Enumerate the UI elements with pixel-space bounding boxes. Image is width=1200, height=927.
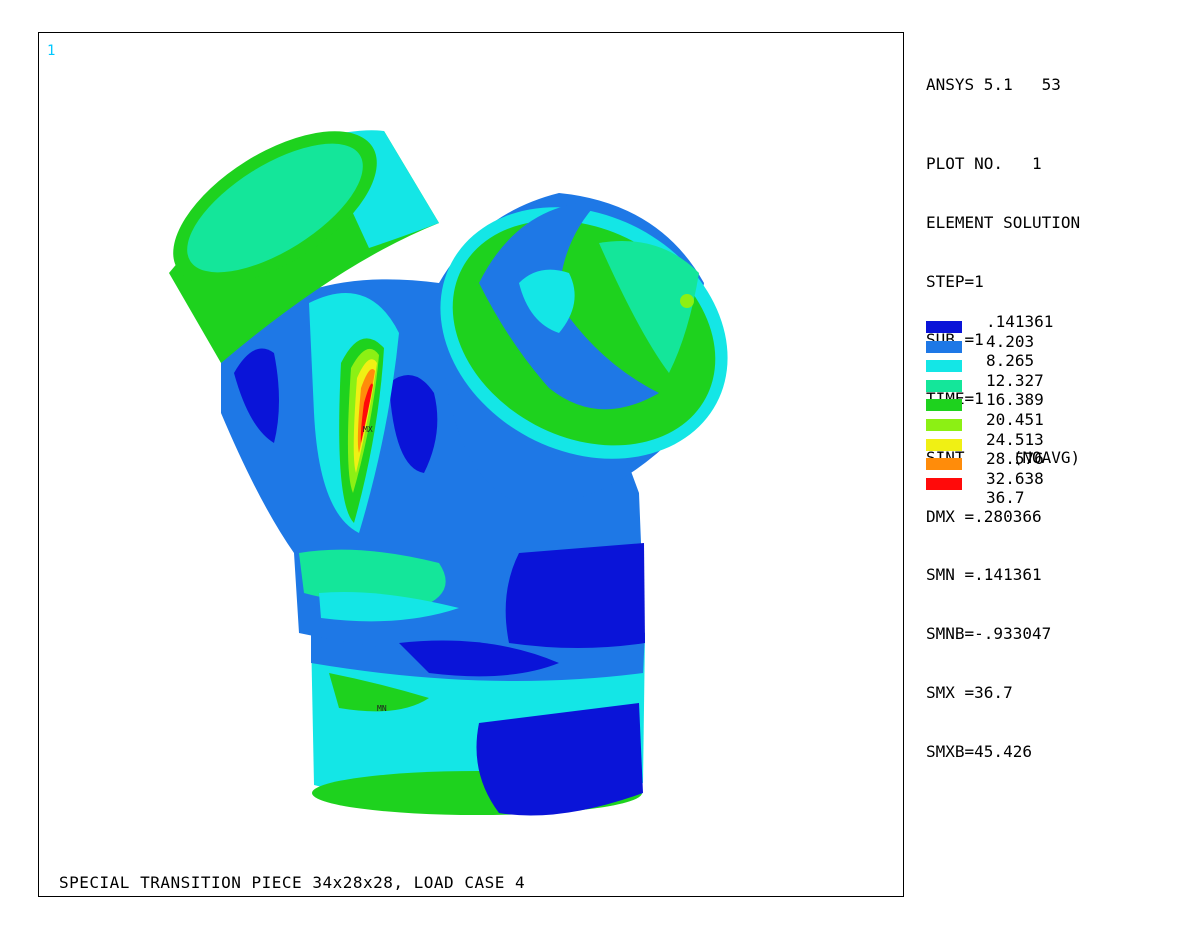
info-line: STEP=1 [926, 271, 984, 291]
legend-value: .141361 [986, 312, 1054, 331]
legend-value: 20.451 [986, 409, 1044, 429]
legend-value: 12.327 [986, 370, 1044, 390]
legend-value: 16.389 [986, 390, 1044, 410]
legend-swatch [926, 321, 962, 333]
legend-value: 36.7 [986, 488, 1025, 508]
info-line: SMN =.141361 [926, 565, 1042, 585]
info-line: SMXB=45.426 [926, 741, 1032, 761]
info-line: SMNB=-.933047 [926, 624, 1052, 644]
legend-value: 32.638 [986, 468, 1044, 488]
info-line: ELEMENT SOLUTION [926, 212, 1081, 232]
right-branch-lime-spot [680, 294, 694, 308]
info-line: PLOT NO. 1 [926, 153, 1042, 173]
legend-swatch [926, 438, 962, 451]
graphics-window[interactable]: 1 MX MN SPECIAL TRANSITION PIECE 34x28x2… [38, 32, 904, 897]
version-label: ANSYS 5.1 53 [926, 75, 1061, 95]
info-line: DMX =.280366 [926, 506, 1042, 526]
legend-swatch [926, 340, 962, 353]
info-line: SMX =36.7 [926, 683, 1013, 702]
legend-value: 24.513 [986, 429, 1044, 449]
legend-swatch [926, 360, 962, 373]
legend-swatch [926, 399, 962, 412]
max-marker: MX [363, 425, 373, 434]
legend-value: 8.265 [986, 351, 1035, 371]
legend-swatch [926, 458, 962, 471]
legend-swatch [926, 418, 962, 431]
junction-dark-region-right [505, 543, 645, 648]
legend-value: 4.203 [986, 331, 1035, 351]
legend-swatch [926, 379, 962, 392]
legend-swatch [926, 477, 962, 490]
legend-value: 28.576 [986, 449, 1044, 469]
plot-caption: SPECIAL TRANSITION PIECE 34x28x28, LOAD … [59, 873, 526, 892]
fea-contour-model: MX MN [169, 130, 728, 816]
min-marker: MN [377, 704, 387, 713]
